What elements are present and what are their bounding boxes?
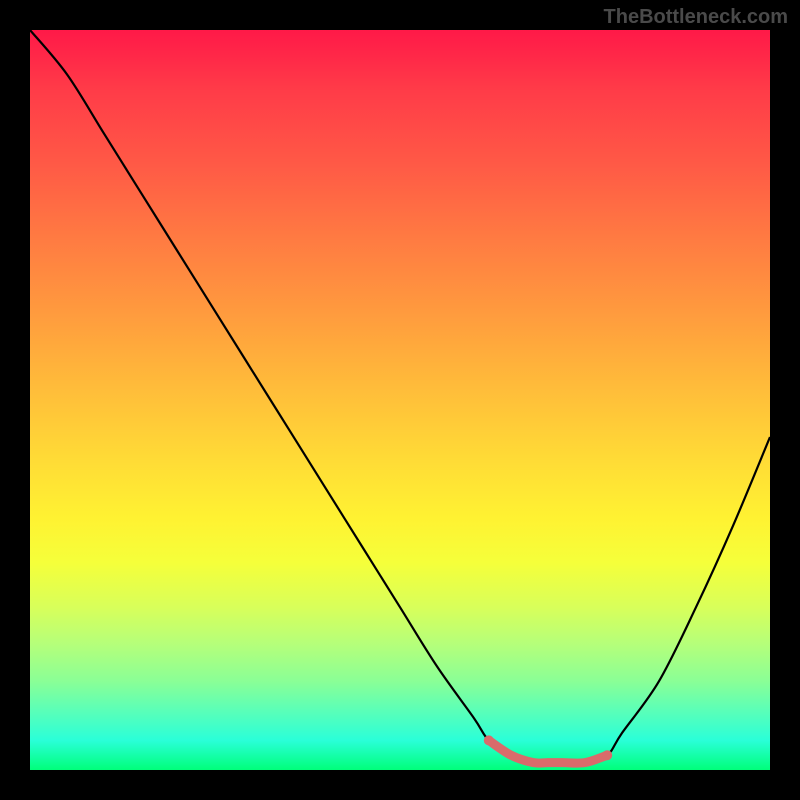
watermark-text: TheBottleneck.com	[604, 6, 788, 29]
bottleneck-curve-line	[30, 30, 770, 763]
chart-plot-area	[30, 30, 770, 770]
highlight-dot-start	[484, 735, 494, 745]
chart-curve-svg	[30, 30, 770, 770]
optimal-range-highlight	[489, 740, 607, 763]
highlight-dot-end	[602, 750, 612, 760]
